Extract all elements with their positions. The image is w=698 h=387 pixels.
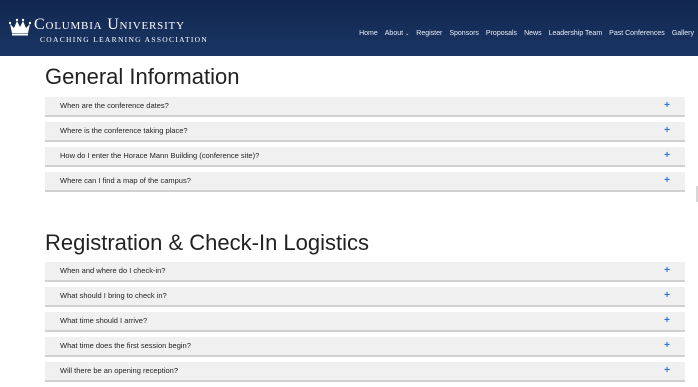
faq-question: Where is the conference taking place? — [60, 126, 188, 135]
section-title-general-information: General Information — [45, 64, 240, 89]
faq-question: Where can I find a map of the campus? — [60, 176, 191, 185]
faq-item[interactable]: Where is the conference taking place? + — [45, 122, 685, 142]
faq-question: What time should I arrive? — [60, 316, 148, 325]
logo-title: Columbia University — [34, 16, 185, 33]
plus-icon[interactable]: + — [664, 362, 670, 380]
logo-subtitle: COACHING LEARNING ASSOCIATION — [40, 35, 209, 44]
faq-item[interactable]: What time does the first session begin? … — [45, 337, 685, 357]
faq-item[interactable]: Will there be an opening reception? + — [45, 362, 685, 382]
faq-question: When and where do I check-in? — [60, 266, 166, 275]
section-title-registration: Registration & Check-In Logistics — [45, 230, 370, 255]
plus-icon[interactable]: + — [664, 287, 670, 305]
nav-register[interactable]: Register — [416, 30, 442, 37]
nav-gallery[interactable]: Gallery — [672, 30, 694, 37]
plus-icon[interactable]: + — [664, 337, 670, 355]
faq-question: Will there be an opening reception? — [60, 366, 178, 375]
faq-item[interactable]: When and where do I check-in? + — [45, 262, 685, 282]
nav-news[interactable]: News — [524, 30, 542, 37]
nav-sponsors[interactable]: Sponsors — [449, 30, 479, 37]
faq-question: How do I enter the Horace Mann Building … — [60, 151, 260, 160]
plus-icon[interactable]: + — [664, 97, 670, 115]
site-header: Columbia University COACHING LEARNING AS… — [0, 0, 698, 56]
nav-about[interactable]: About ⌄ — [385, 30, 410, 37]
nav-past-conferences[interactable]: Past Conferences — [609, 30, 665, 37]
chevron-down-icon: ⌄ — [405, 30, 410, 37]
plus-icon[interactable]: + — [664, 262, 670, 280]
faq-question: What time does the first session begin? — [60, 341, 191, 350]
faq-item[interactable]: What should I bring to check in? + — [45, 287, 685, 307]
faq-item[interactable]: How do I enter the Horace Mann Building … — [45, 147, 685, 167]
faq-list-registration: When and where do I check-in? + What sho… — [45, 262, 685, 387]
plus-icon[interactable]: + — [664, 122, 670, 140]
crown-icon — [9, 18, 31, 36]
faq-question: What should I bring to check in? — [60, 291, 167, 300]
plus-icon[interactable]: + — [664, 172, 670, 190]
faq-question: When are the conference dates? — [60, 101, 169, 110]
site-logo[interactable]: Columbia University COACHING LEARNING AS… — [9, 17, 208, 44]
nav-proposals[interactable]: Proposals — [486, 30, 517, 37]
nav-about-label: About — [384, 30, 404, 37]
main-nav: Home About ⌄ Register Sponsors Proposals … — [359, 30, 694, 37]
faq-item[interactable]: Where can I find a map of the campus? + — [45, 172, 685, 192]
nav-leadership-team[interactable]: Leadership Team — [549, 30, 603, 37]
plus-icon[interactable]: + — [664, 312, 670, 330]
faq-item[interactable]: When are the conference dates? + — [45, 97, 685, 117]
nav-home[interactable]: Home — [359, 30, 378, 37]
faq-item[interactable]: What time should I arrive? + — [45, 312, 685, 332]
faq-list-general: When are the conference dates? + Where i… — [45, 97, 685, 197]
plus-icon[interactable]: + — [664, 147, 670, 165]
